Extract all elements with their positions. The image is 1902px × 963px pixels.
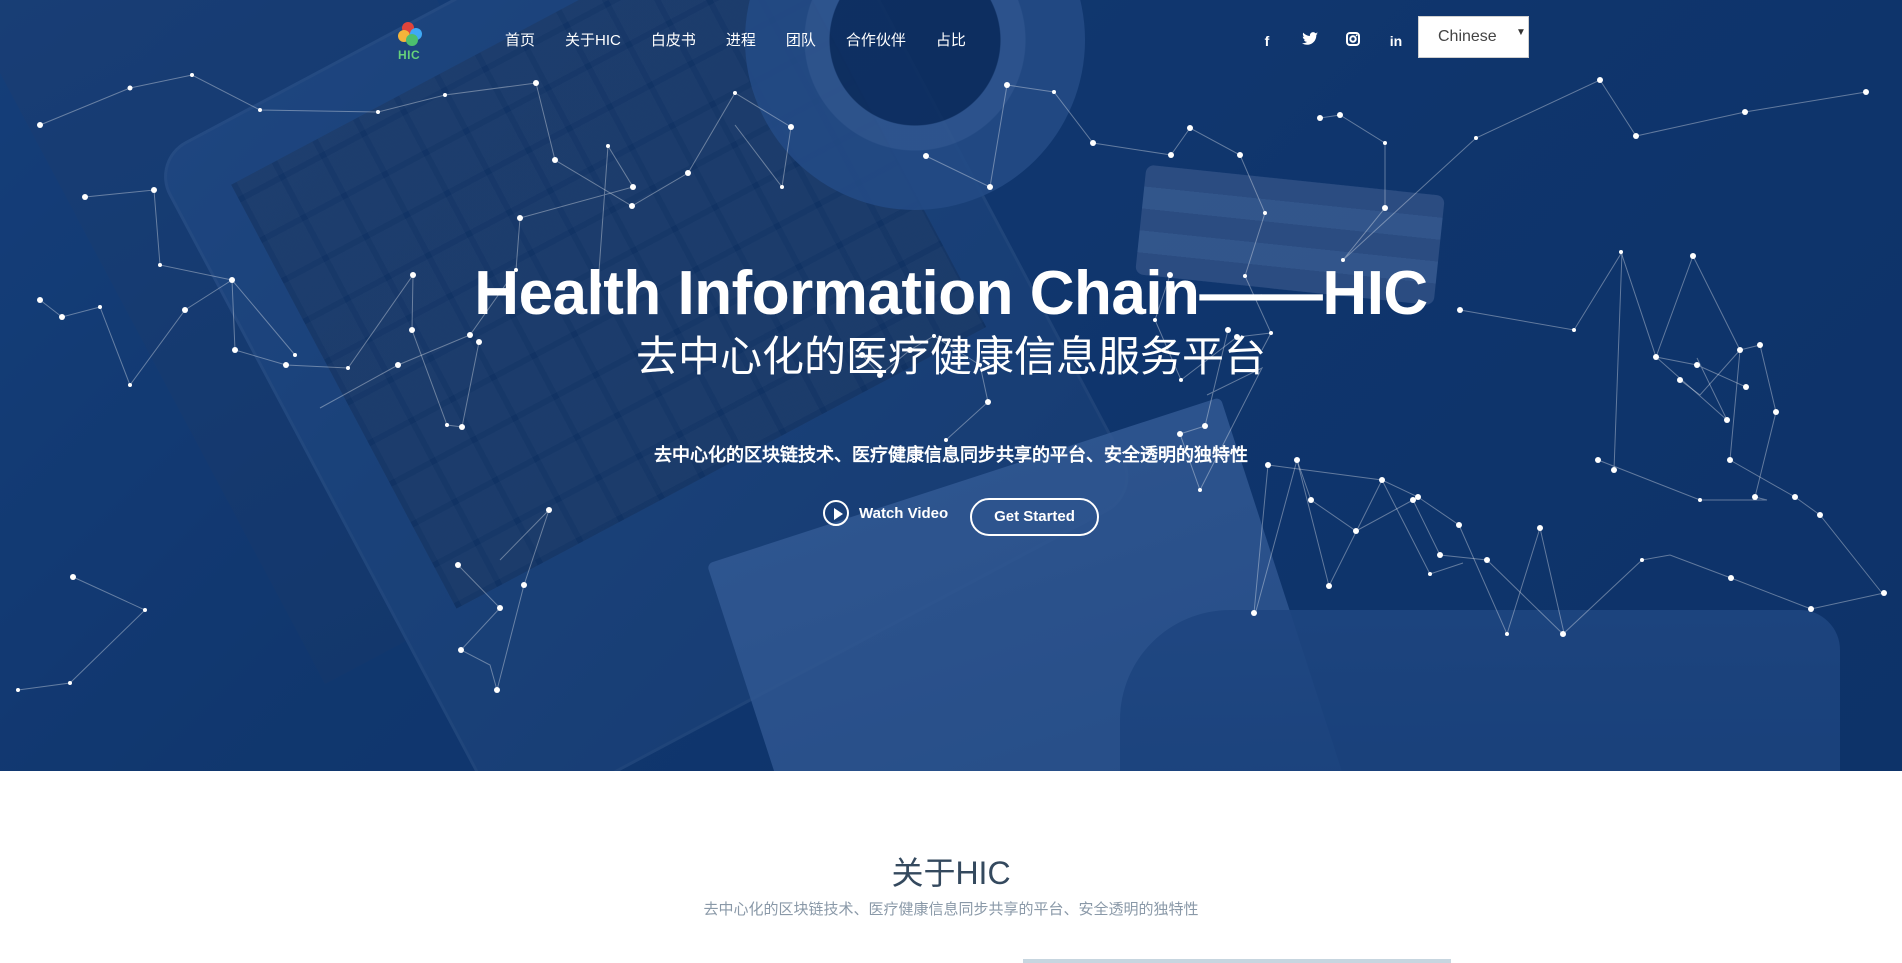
instagram-icon[interactable] bbox=[1344, 30, 1362, 52]
nav-link-home[interactable]: 首页 bbox=[505, 30, 535, 52]
hero-title: Health Information Chain——HIC bbox=[474, 259, 1428, 328]
hero-section bbox=[0, 0, 1902, 771]
hic-logo[interactable]: HIC bbox=[396, 20, 428, 64]
play-icon bbox=[823, 500, 849, 526]
linkedin-icon[interactable]: in bbox=[1387, 30, 1405, 52]
chevron-down-icon: ▼ bbox=[1516, 27, 1526, 38]
main-menu: 首页 关于HIC 白皮书 进程 团队 合作伙伴 占比 bbox=[505, 30, 996, 52]
logo-text: HIC bbox=[398, 48, 421, 62]
about-image bbox=[1023, 959, 1451, 963]
nav-link-distribution[interactable]: 占比 bbox=[936, 30, 966, 52]
hero-tagline: 去中心化的区块链技术、医疗健康信息同步共享的平台、安全透明的独特性 bbox=[654, 445, 1248, 466]
about-subtitle: 去中心化的区块链技术、医疗健康信息同步共享的平台、安全透明的独特性 bbox=[703, 901, 1199, 918]
nav-link-whitepaper[interactable]: 白皮书 bbox=[651, 30, 696, 52]
about-title: 关于HIC bbox=[891, 855, 1011, 891]
get-started-button[interactable]: Get Started bbox=[970, 498, 1099, 536]
social-links: f in bbox=[1258, 30, 1430, 52]
network-graphic bbox=[16, 73, 1887, 693]
hero-subtitle: 去中心化的医疗健康信息服务平台 bbox=[635, 332, 1266, 381]
facebook-icon[interactable]: f bbox=[1258, 30, 1276, 52]
top-navigation: HIC 首页 关于HIC 白皮书 进程 团队 合作伙伴 占比 f in Chin… bbox=[0, 0, 1902, 80]
language-select[interactable]: Chinese ▼ bbox=[1418, 16, 1529, 58]
nav-link-team[interactable]: 团队 bbox=[786, 30, 816, 52]
language-select-value: Chinese bbox=[1438, 28, 1497, 45]
twitter-icon[interactable] bbox=[1301, 30, 1319, 52]
nav-link-about[interactable]: 关于HIC bbox=[565, 30, 621, 52]
nav-link-partners[interactable]: 合作伙伴 bbox=[846, 30, 906, 52]
logo-green-dot bbox=[406, 34, 418, 46]
watch-video-label: Watch Video bbox=[859, 504, 949, 522]
nav-link-progress[interactable]: 进程 bbox=[726, 30, 756, 52]
watch-video-button[interactable]: Watch Video bbox=[823, 500, 948, 526]
